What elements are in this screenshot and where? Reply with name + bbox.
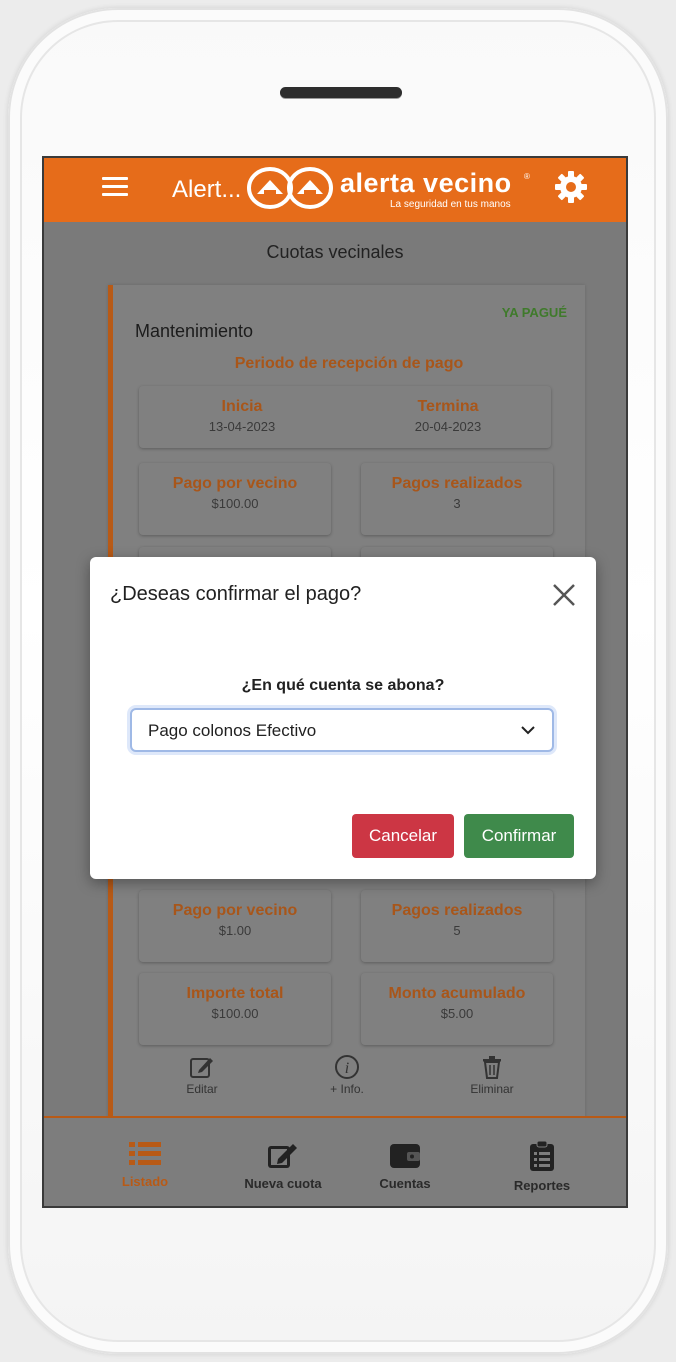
- nav-item-nueva-cuota[interactable]: Nueva cuota: [228, 1140, 338, 1191]
- clipboard-icon: [530, 1140, 554, 1171]
- period-label: Periodo de recepción de pago: [234, 355, 464, 372]
- brand-name: alerta vecino: [340, 168, 512, 198]
- payments-made-value-2: 5: [453, 923, 461, 938]
- edit-icon: [190, 1058, 213, 1078]
- payments-made-box: Pagos realizados 3: [361, 463, 553, 535]
- bottom-nav: Listado Nueva cuota Cuentas Reportes: [44, 1116, 626, 1206]
- phone-speaker: [280, 87, 402, 98]
- wallet-icon: [390, 1144, 420, 1168]
- info-label: + Info.: [330, 1082, 364, 1096]
- card-actions: Editar i + Info. Eliminar: [113, 1054, 585, 1104]
- nav-label-nueva-cuota: Nueva cuota: [244, 1176, 322, 1191]
- payments-made-label-2: Pagos realizados: [391, 902, 523, 919]
- page-title: Cuotas vecinales: [266, 242, 404, 262]
- confirm-payment-dialog: ¿Deseas confirmar el pago? ¿En qué cuent…: [90, 557, 596, 879]
- info-icon: i: [335, 1055, 359, 1079]
- nav-item-reportes[interactable]: Reportes: [487, 1140, 597, 1193]
- trash-icon: [483, 1056, 501, 1079]
- start-label: Inicia: [221, 398, 263, 415]
- account-question: ¿En qué cuenta se abona?: [241, 677, 445, 694]
- total-value: $100.00: [211, 1006, 259, 1021]
- cancel-button[interactable]: Cancelar: [352, 814, 454, 858]
- nav-item-listado[interactable]: Listado: [90, 1140, 200, 1189]
- nav-label-reportes: Reportes: [513, 1178, 571, 1193]
- paid-tag[interactable]: YA PAGUÉ: [502, 305, 567, 320]
- accumulated-value: $5.00: [440, 1006, 474, 1021]
- confirm-button[interactable]: Confirmar: [464, 814, 574, 858]
- pay-per-neighbor-box-2: Pago por vecino $1.00: [139, 890, 331, 962]
- start-value: 13-04-2023: [208, 419, 276, 434]
- edit-label: Editar: [186, 1082, 218, 1096]
- info-action[interactable]: i + Info.: [302, 1054, 392, 1096]
- end-value: 20-04-2023: [414, 419, 482, 434]
- pay-per-neighbor-value: $100.00: [211, 496, 259, 511]
- nav-item-cuentas[interactable]: Cuentas: [350, 1140, 460, 1191]
- account-select-value: Pago colonos Efectivo: [148, 721, 317, 740]
- account-select[interactable]: Pago colonos Efectivo: [130, 708, 554, 752]
- payments-made-box-2: Pagos realizados 5: [361, 890, 553, 962]
- total-box: Importe total $100.00: [139, 973, 331, 1045]
- pay-per-neighbor-label: Pago por vecino: [172, 475, 298, 492]
- pay-per-neighbor-label-2: Pago por vecino: [172, 902, 298, 919]
- edit-action[interactable]: Editar: [157, 1054, 247, 1096]
- nav-label-listado: Listado: [121, 1174, 169, 1189]
- delete-action[interactable]: Eliminar: [447, 1054, 537, 1096]
- chevron-down-icon: [521, 726, 535, 735]
- period-box: Inicia 13-04-2023 Termina 20-04-2023: [139, 386, 551, 448]
- list-icon: [129, 1142, 161, 1165]
- brand-registered-mark: ®: [524, 172, 530, 181]
- app-header: Alert... alerta vecino ® La seguridad en…: [44, 158, 626, 222]
- edit-icon: [268, 1144, 297, 1168]
- fee-name: Mantenimiento: [135, 321, 254, 341]
- svg-text:i: i: [345, 1060, 349, 1077]
- pay-per-neighbor-box: Pago por vecino $100.00: [139, 463, 331, 535]
- pay-per-neighbor-value-2: $1.00: [218, 923, 252, 938]
- close-icon[interactable]: [550, 581, 578, 609]
- end-label: Termina: [417, 398, 479, 415]
- menu-icon[interactable]: [102, 177, 128, 197]
- gear-icon[interactable]: [554, 170, 588, 204]
- delete-label: Eliminar: [470, 1082, 514, 1096]
- brand-tagline: La seguridad en tus manos: [390, 199, 511, 210]
- accumulated-box: Monto acumulado $5.00: [361, 973, 553, 1045]
- total-label: Importe total: [186, 985, 284, 1002]
- accumulated-label: Monto acumulado: [388, 985, 526, 1002]
- nav-label-cuentas: Cuentas: [379, 1176, 431, 1191]
- payments-made-value: 3: [453, 496, 461, 511]
- header-title: Alert...: [172, 176, 242, 203]
- payments-made-label: Pagos realizados: [391, 475, 523, 492]
- dialog-title: ¿Deseas confirmar el pago?: [110, 583, 362, 605]
- alerta-vecino-logo-icon: [247, 167, 333, 209]
